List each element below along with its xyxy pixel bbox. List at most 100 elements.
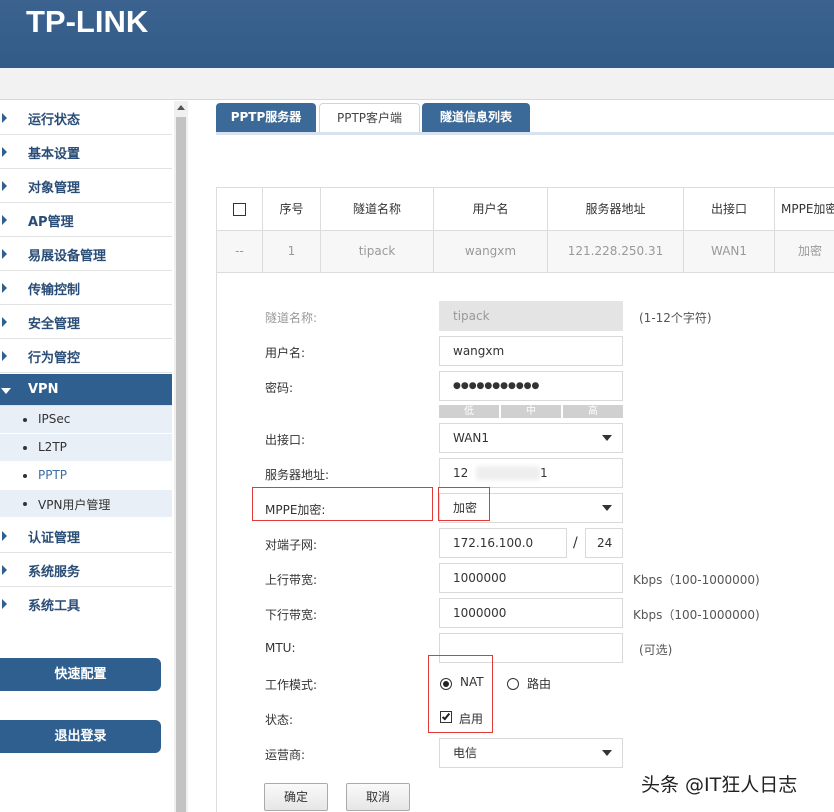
table-header: 序号 隧道名称 用户名 服务器地址 出接口 MPPE加密 [216,187,834,231]
sidebar-subitem-label: L2TP [38,440,67,454]
sidebar-item-device-expansion[interactable]: 易展设备管理 [0,237,172,271]
out-interface-value: WAN1 [453,431,490,445]
isp-select[interactable]: 电信 [439,738,623,768]
sub-header-bar [0,68,834,100]
tab-underline [216,132,834,135]
sidebar-item-label: 传输控制 [28,283,81,298]
cancel-button[interactable]: 取消 [346,783,410,811]
chevron-down-icon [602,505,612,511]
redaction-blur [476,466,540,480]
column-header: 出接口 [684,188,775,230]
upload-bandwidth-input[interactable]: 1000000 [439,563,623,593]
status-enable-checkbox[interactable] [440,711,452,723]
sidebar-item-running-status[interactable]: 运行状态 [0,101,172,135]
table-row[interactable]: -- 1 tipack wangxm 121.228.250.31 WAN1 加… [216,231,834,273]
sidebar: 运行状态 基本设置 对象管理 AP管理 易展设备管理 传输控制 安全管理 行为管… [0,101,173,812]
isp-label: 运营商: [265,748,306,762]
table-cell: wangxm [434,231,548,272]
tunnel-name-input: tipack [439,301,623,331]
server-address-value-start: 12 [453,466,469,480]
peer-subnet-mask-input[interactable]: 24 [585,528,623,558]
mtu-label: MTU: [265,641,296,655]
caret-right-icon [2,531,7,541]
sidebar-item-label: 运行状态 [28,113,81,128]
peer-subnet-ip-input[interactable]: 172.16.100.0 [439,528,567,558]
username-input[interactable]: wangxm [439,336,623,366]
main-content: PPTP服务器 PPTP客户端 隧道信息列表 序号 隧道名称 用户名 服务器地址… [188,101,834,812]
sidebar-item-basic-settings[interactable]: 基本设置 [0,135,172,169]
sidebar-item-system-services[interactable]: 系统服务 [0,553,172,587]
select-all-checkbox[interactable] [233,203,246,216]
sidebar-item-authentication[interactable]: 认证管理 [0,519,172,553]
table-cell: tipack [321,231,434,272]
table-cell: 加密 [797,244,822,258]
sidebar-item-vpn[interactable]: VPN [0,374,172,406]
column-header: 隧道名称 [321,188,434,230]
sidebar-item-label: AP管理 [28,215,74,230]
mppe-label: MPPE加密: [265,503,326,517]
sidebar-item-label: 认证管理 [28,531,81,546]
bullet-icon [23,446,27,450]
username-label: 用户名: [265,346,306,360]
password-strength-meter: 低 中 高 [439,405,623,418]
sidebar-subitem-pptp[interactable]: PPTP [0,462,172,490]
header-bar: TP-LINK [0,0,834,68]
caret-down-icon [1,388,11,394]
tunnel-name-hint: (1-12个字符) [639,311,712,325]
sidebar-item-behavior-control[interactable]: 行为管控 [0,339,172,373]
caret-right-icon [2,147,7,157]
sidebar-item-system-tools[interactable]: 系统工具 [0,587,172,621]
tab-tunnel-list[interactable]: 隧道信息列表 [422,103,530,132]
sidebar-item-security[interactable]: 安全管理 [0,305,172,339]
sidebar-item-object-management[interactable]: 对象管理 [0,169,172,203]
brand-logo: TP-LINK [26,4,149,39]
bullet-icon [23,502,27,506]
confirm-button[interactable]: 确定 [264,783,328,811]
out-interface-select[interactable]: WAN1 [439,423,623,453]
watermark-text: 头条 @IT狂人日志 [641,774,798,796]
mtu-input[interactable] [439,633,623,663]
server-address-label: 服务器地址: [265,468,330,482]
column-header: 服务器地址 [548,188,684,230]
caret-right-icon [2,317,7,327]
caret-right-icon [2,565,7,575]
password-input[interactable]: ●●●●●●●●●●● [439,371,623,401]
password-label: 密码: [265,381,294,395]
column-header: MPPE加密 [781,202,834,216]
sidebar-item-label: VPN [28,382,59,397]
caret-right-icon [2,599,7,609]
sidebar-item-label: 系统工具 [28,599,81,614]
scrollbar-thumb[interactable] [176,117,186,812]
strength-low: 低 [439,405,501,418]
sidebar-subitem-l2tp[interactable]: L2TP [0,434,172,462]
tab-pptp-client[interactable]: PPTP客户端 [319,103,420,132]
chevron-down-icon [602,750,612,756]
table-cell: WAN1 [684,231,775,272]
scroll-up-arrow-icon[interactable] [177,105,185,110]
upload-bandwidth-label: 上行带宽: [265,573,318,587]
strength-medium: 中 [501,405,563,418]
status-enable-label: 启用 [459,712,484,726]
bullet-icon [23,418,27,422]
download-bandwidth-input[interactable]: 1000000 [439,598,623,628]
work-mode-nat-radio[interactable] [440,678,452,690]
sidebar-subitem-ipsec[interactable]: IPSec [0,406,172,434]
table-cell: 121.228.250.31 [548,231,684,272]
mppe-select[interactable]: 加密 [439,493,623,523]
sidebar-subitem-label: PPTP [38,468,68,482]
sidebar-subitem-vpn-users[interactable]: VPN用户管理 [0,490,172,518]
logout-button[interactable]: 退出登录 [0,720,161,753]
work-mode-route-radio[interactable] [507,678,519,690]
strength-high: 高 [563,405,623,418]
sidebar-item-label: 安全管理 [28,317,81,332]
column-header: 用户名 [434,188,548,230]
tab-pptp-server[interactable]: PPTP服务器 [216,103,316,132]
out-interface-label: 出接口: [265,433,306,447]
sidebar-scrollbar[interactable] [174,101,188,812]
bullet-icon [23,474,27,478]
table-cell: -- [217,231,263,272]
tunnel-name-label: 隧道名称: [265,311,318,325]
sidebar-item-transfer-control[interactable]: 传输控制 [0,271,172,305]
quick-config-button[interactable]: 快速配置 [0,658,161,691]
sidebar-item-ap-management[interactable]: AP管理 [0,203,172,237]
